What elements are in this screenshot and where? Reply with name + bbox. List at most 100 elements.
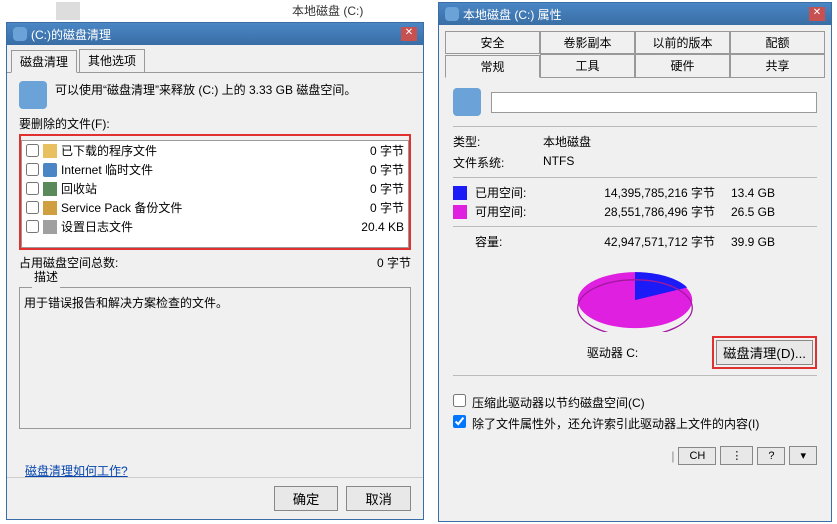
tab-more-options[interactable]: 其他选项 xyxy=(79,49,145,72)
index-label: 除了文件属性外，还允许索引此驱动器上文件的内容(I) xyxy=(472,415,759,432)
divider xyxy=(453,226,817,227)
drive-properties-window: 本地磁盘 (C:) 属性 ✕ 安全 卷影副本 以前的版本 配额 常规 工具 硬件… xyxy=(438,2,832,522)
compress-checkbox[interactable] xyxy=(453,394,466,407)
background-window-title: 本地磁盘 (C:) xyxy=(290,0,365,21)
files-to-delete-label: 要删除的文件(F): xyxy=(19,115,411,132)
file-name: 回收站 xyxy=(61,180,97,197)
list-item: 回收站0 字节 xyxy=(22,179,408,198)
free-gb: 26.5 GB xyxy=(715,205,775,219)
drive-name-label: 驱动器 C: xyxy=(453,344,712,361)
disk-cleanup-window: (C:)的磁盘清理 ✕ 磁盘清理 其他选项 可以使用“磁盘清理”来释放 (C:)… xyxy=(6,22,424,520)
tab-quota[interactable]: 配额 xyxy=(730,31,825,53)
log-icon xyxy=(43,220,57,234)
file-size: 20.4 KB xyxy=(361,220,404,234)
file-checkbox[interactable] xyxy=(26,163,39,176)
file-checkbox[interactable] xyxy=(26,144,39,157)
description-text: 用于错误报告和解决方案检查的文件。 xyxy=(24,294,406,424)
file-checkbox[interactable] xyxy=(26,182,39,195)
total-size: 0 字节 xyxy=(377,254,411,271)
ie-icon xyxy=(43,163,57,177)
ime-options-button[interactable]: ⋮ xyxy=(720,446,753,465)
free-label: 可用空间: xyxy=(475,203,555,220)
desktop-mini-icon xyxy=(56,2,80,20)
file-name: 设置日志文件 xyxy=(61,218,133,235)
properties-titlebar: 本地磁盘 (C:) 属性 ✕ xyxy=(439,3,831,25)
cleanup-tabs: 磁盘清理 其他选项 xyxy=(7,45,423,73)
used-gb: 13.4 GB xyxy=(715,186,775,200)
cleanup-drive-icon xyxy=(13,27,27,41)
capacity-gb: 39.9 GB xyxy=(715,235,775,249)
close-icon[interactable]: ✕ xyxy=(809,7,825,21)
list-item: Internet 临时文件 0 字节 xyxy=(22,160,408,179)
recycle-icon xyxy=(43,182,57,196)
cleanup-button-row: 确定 取消 xyxy=(7,477,423,519)
list-item: Service Pack 备份文件 0 字节 xyxy=(22,198,408,217)
file-list[interactable]: 已下载的程序文件0 字节 Internet 临时文件0 字节 回收站0 字节 S… xyxy=(21,140,409,248)
used-label: 已用空间: xyxy=(475,184,555,201)
ime-toolbar: | CH ⋮ ? ▾ xyxy=(453,446,817,465)
cleanup-titlebar: (C:)的磁盘清理 ✕ xyxy=(7,23,423,45)
capacity-bytes: 42,947,571,712 字节 xyxy=(555,233,715,250)
type-value: 本地磁盘 xyxy=(543,133,591,150)
divider xyxy=(453,177,817,178)
cleanup-intro-text: 可以使用“磁盘清理”来释放 (C:) 上的 3.33 GB 磁盘空间。 xyxy=(55,81,411,98)
ok-button[interactable]: 确定 xyxy=(274,486,339,511)
divider xyxy=(453,126,817,127)
file-name: 已下载的程序文件 xyxy=(61,142,157,159)
highlight-cleanup-button: 磁盘清理(D)... xyxy=(712,336,817,369)
vertical-bar-icon: | xyxy=(671,449,674,463)
compress-label: 压缩此驱动器以节约磁盘空间(C) xyxy=(472,394,645,411)
file-size: 0 字节 xyxy=(370,199,404,216)
file-checkbox[interactable] xyxy=(26,220,39,233)
divider xyxy=(453,375,817,376)
tab-tools[interactable]: 工具 xyxy=(540,54,635,77)
package-icon xyxy=(43,201,57,215)
tab-previous-versions[interactable]: 以前的版本 xyxy=(635,31,730,53)
description-legend: 描述 xyxy=(32,268,60,285)
tab-security[interactable]: 安全 xyxy=(445,31,540,53)
filesystem-value: NTFS xyxy=(543,154,574,171)
volume-label-input[interactable] xyxy=(491,92,817,113)
free-swatch-icon xyxy=(453,205,467,219)
cleanup-window-title: (C:)的磁盘清理 xyxy=(31,26,111,43)
tab-disk-cleanup[interactable]: 磁盘清理 xyxy=(11,50,77,73)
volume-icon xyxy=(453,88,481,116)
file-name: Service Pack 备份文件 xyxy=(61,199,182,216)
usage-pie-chart xyxy=(570,262,700,332)
drive-icon xyxy=(445,7,459,21)
ime-chevron-button[interactable]: ▾ xyxy=(789,446,817,465)
how-it-works-link[interactable]: 磁盘清理如何工作? xyxy=(25,462,128,479)
compress-option[interactable]: 压缩此驱动器以节约磁盘空间(C) xyxy=(453,394,817,411)
tab-general[interactable]: 常规 xyxy=(445,55,540,78)
file-size: 0 字节 xyxy=(370,161,404,178)
used-swatch-icon xyxy=(453,186,467,200)
tab-shadow-copies[interactable]: 卷影副本 xyxy=(540,31,635,53)
used-bytes: 14,395,785,216 字节 xyxy=(555,184,715,201)
disk-cleanup-icon xyxy=(19,81,47,109)
cancel-button[interactable]: 取消 xyxy=(346,486,411,511)
ime-ch-button[interactable]: CH xyxy=(678,447,716,465)
tab-sharing[interactable]: 共享 xyxy=(730,54,825,77)
properties-tabs-row1: 安全 卷影副本 以前的版本 配额 xyxy=(445,31,825,54)
properties-tabs-row2: 常规 工具 硬件 共享 xyxy=(445,54,825,78)
tab-hardware[interactable]: 硬件 xyxy=(635,54,730,77)
list-item: 已下载的程序文件 0 字节 xyxy=(22,141,408,160)
free-bytes: 28,551,786,496 字节 xyxy=(555,203,715,220)
disk-cleanup-button[interactable]: 磁盘清理(D)... xyxy=(716,340,813,365)
file-checkbox[interactable] xyxy=(26,201,39,214)
file-size: 0 字节 xyxy=(370,142,404,159)
properties-content: 类型:本地磁盘 文件系统:NTFS 已用空间:14,395,785,216 字节… xyxy=(439,78,831,475)
close-icon[interactable]: ✕ xyxy=(401,27,417,41)
description-group: 描述 用于错误报告和解决方案检查的文件。 xyxy=(19,279,411,429)
index-checkbox[interactable] xyxy=(453,415,466,428)
ime-help-button[interactable]: ? xyxy=(757,447,785,465)
folder-icon xyxy=(43,144,57,158)
capacity-label: 容量: xyxy=(475,233,555,250)
properties-window-title: 本地磁盘 (C:) 属性 xyxy=(463,6,562,23)
list-item: 设置日志文件 20.4 KB xyxy=(22,217,408,236)
cleanup-content: 可以使用“磁盘清理”来释放 (C:) 上的 3.33 GB 磁盘空间。 要删除的… xyxy=(7,73,423,477)
file-name: Internet 临时文件 xyxy=(61,161,153,178)
type-label: 类型: xyxy=(453,133,543,150)
highlight-file-list: 已下载的程序文件0 字节 Internet 临时文件0 字节 回收站0 字节 S… xyxy=(19,134,411,250)
index-option[interactable]: 除了文件属性外，还允许索引此驱动器上文件的内容(I) xyxy=(453,415,817,432)
